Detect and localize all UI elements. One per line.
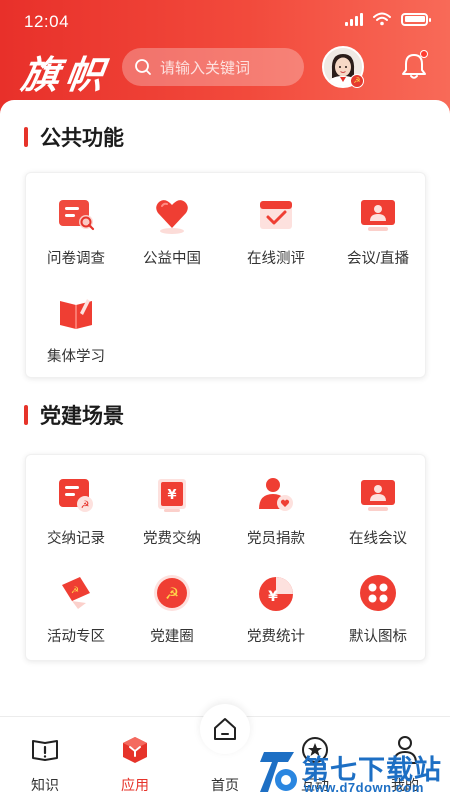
svg-text:☭: ☭ <box>165 584 179 603</box>
app-cube-icon <box>120 735 150 765</box>
tab-label: 首页 <box>211 777 239 793</box>
home-button[interactable] <box>200 704 250 754</box>
item-default-icon[interactable]: 默认图标 <box>328 573 428 646</box>
item-label: 会议/直播 <box>346 251 410 267</box>
public-functions-card: 问卷调查 公益中国 在线测评 会议/直播 集体学习 <box>25 172 426 378</box>
record-icon: ☭ <box>56 475 96 515</box>
search-placeholder: 请输入关键词 <box>160 59 251 77</box>
item-activity-zone[interactable]: ☭ 活动专区 <box>26 573 126 646</box>
item-charity[interactable]: 公益中国 <box>122 195 222 268</box>
party-badge-icon: ☭ <box>350 74 364 88</box>
item-label: 活动专区 <box>47 629 105 645</box>
app-logo: 旗帜 <box>18 52 113 97</box>
item-label: 公益中国 <box>143 251 201 267</box>
party-circle-icon: ☭ <box>152 573 192 613</box>
survey-icon <box>56 195 96 235</box>
item-fee-payment[interactable]: ¥ 党费交纳 <box>122 475 222 548</box>
watermark: 第七下载站 www.d7down.com <box>254 746 450 800</box>
item-label: 问卷调查 <box>47 251 105 267</box>
section-title-party: 党建场景 <box>24 400 124 430</box>
item-label: 集体学习 <box>47 349 105 365</box>
book-icon <box>30 735 60 765</box>
item-label: 默认图标 <box>349 629 407 645</box>
item-party-circle[interactable]: ☭ 党建圈 <box>122 573 222 646</box>
search-icon <box>135 59 151 75</box>
battery-icon <box>401 12 431 26</box>
fee-pay-icon: ¥ <box>152 475 192 515</box>
heart-icon <box>152 195 192 235</box>
meeting-screen-icon <box>358 195 398 235</box>
item-label: 党费统计 <box>247 629 305 645</box>
online-meeting-icon <box>358 475 398 515</box>
item-payment-record[interactable]: ☭ 交纳记录 <box>26 475 126 548</box>
tab-apps[interactable]: 应用 <box>90 717 180 800</box>
svg-text:☭: ☭ <box>81 500 90 511</box>
item-survey[interactable]: 问卷调查 <box>26 195 126 268</box>
tab-label: 应用 <box>121 777 149 793</box>
search-input[interactable]: 请输入关键词 <box>122 48 304 86</box>
svg-text:¥: ¥ <box>268 589 278 605</box>
signal-icon <box>345 12 363 26</box>
item-member-donation[interactable]: 党员捐款 <box>226 475 326 548</box>
item-group-study[interactable]: 集体学习 <box>26 293 126 366</box>
svg-text:☭: ☭ <box>71 586 79 596</box>
item-label: 交纳记录 <box>47 531 105 547</box>
item-label: 党费交纳 <box>143 531 201 547</box>
tab-label: 知识 <box>31 777 59 793</box>
section-accent-bar <box>24 405 28 425</box>
flag-icon: ☭ <box>56 573 96 613</box>
main-content: 公共功能 问卷调查 公益中国 在线测评 会议/直播 集体学习 党建场景 ☭ 交纳… <box>0 100 450 716</box>
item-label: 在线会议 <box>349 531 407 547</box>
item-label: 党建圈 <box>150 629 194 645</box>
item-label: 在线测评 <box>247 251 305 267</box>
status-time: 12:04 <box>24 12 70 31</box>
donate-icon <box>256 475 296 515</box>
wifi-icon <box>373 12 391 26</box>
section-accent-bar <box>24 127 28 147</box>
default-grid-icon <box>358 573 398 613</box>
check-calendar-icon <box>256 195 296 235</box>
item-meeting-live[interactable]: 会议/直播 <box>328 195 428 268</box>
party-scenarios-card: ☭ 交纳记录 ¥ 党费交纳 党员捐款 在线会议 ☭ 活动专区 ☭ 党建圈 ¥ 党… <box>25 454 426 661</box>
item-online-meeting[interactable]: 在线会议 <box>328 475 428 548</box>
item-label: 党员捐款 <box>247 531 305 547</box>
status-icons <box>345 12 431 26</box>
svg-text:¥: ¥ <box>167 488 176 503</box>
watermark-logo-icon <box>260 752 297 792</box>
pie-stat-icon: ¥ <box>256 573 296 613</box>
watermark-url: www.d7down.com <box>304 780 424 795</box>
item-online-test[interactable]: 在线测评 <box>226 195 326 268</box>
notification-dot <box>420 50 428 58</box>
study-book-icon <box>56 293 96 333</box>
home-icon <box>214 718 236 740</box>
tab-knowledge[interactable]: 知识 <box>0 717 90 800</box>
item-fee-statistics[interactable]: ¥ 党费统计 <box>226 573 326 646</box>
status-bar: 12:04 <box>0 0 450 42</box>
section-title-public: 公共功能 <box>24 122 124 152</box>
